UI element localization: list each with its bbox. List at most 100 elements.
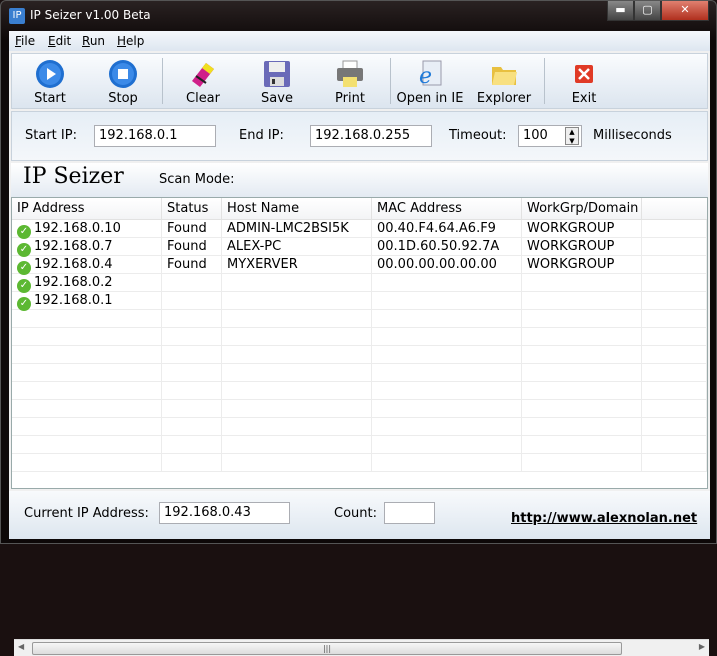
cell-text: 00.40.F4.64.A6.F9 <box>377 221 496 236</box>
cell-text: Found <box>167 239 207 254</box>
table-row[interactable] <box>12 310 707 328</box>
table-row[interactable] <box>12 346 707 364</box>
toolbar-separator <box>544 58 545 104</box>
table-cell: ALEX-PC <box>222 238 372 256</box>
start-ip-input[interactable]: 192.168.0.1 <box>94 125 216 147</box>
table-cell <box>522 292 642 310</box>
table-cell <box>372 400 522 418</box>
table-cell: ADMIN-LMC2BSI5K <box>222 220 372 238</box>
table-cell <box>642 292 707 310</box>
table-cell <box>372 310 522 328</box>
table-cell <box>12 328 162 346</box>
spin-buttons[interactable]: ▲ ▼ <box>565 127 579 145</box>
toolbar-separator <box>162 58 163 104</box>
table-cell <box>522 418 642 436</box>
table-cell <box>12 436 162 454</box>
ie-icon: e <box>419 60 442 89</box>
table-cell <box>12 346 162 364</box>
table-cell <box>372 328 522 346</box>
menu-file[interactable]: File <box>15 34 35 48</box>
column-header-host[interactable]: Host Name <box>222 198 372 220</box>
table-row[interactable]: ✓ 192.168.0.4 Found MYXERVER 00.00.00.00.00.… <box>12 256 707 275</box>
results-list[interactable]: IP Address Status Host Name MAC Address … <box>11 197 709 656</box>
table-cell <box>12 382 162 400</box>
table-cell <box>522 436 642 454</box>
table-cell <box>222 346 372 364</box>
table-row[interactable] <box>12 418 707 436</box>
table-cell: Found <box>162 238 222 256</box>
table-cell <box>372 382 522 400</box>
table-cell <box>642 400 707 418</box>
table-row[interactable] <box>12 364 707 382</box>
table-row[interactable]: ✓ 192.168.0.1 <box>12 292 707 311</box>
table-row[interactable]: ✓ 192.168.0.2 <box>12 274 707 293</box>
table-row[interactable]: ✓ 192.168.0.10 Found ADMIN-LMC2BSI5K 00.40.F… <box>12 220 707 239</box>
cell-text: 192.168.0.7 <box>34 239 113 254</box>
menu-edit[interactable]: Edit <box>48 34 71 48</box>
start-button[interactable]: Start <box>15 56 85 108</box>
menu-help[interactable]: Help <box>117 34 144 48</box>
column-header-status[interactable]: Status <box>162 198 222 220</box>
cell-text: ADMIN-LMC2BSI5K <box>227 221 349 236</box>
end-ip-input[interactable]: 192.168.0.255 <box>310 125 432 147</box>
table-cell <box>372 436 522 454</box>
timeout-value: 100 <box>523 128 548 143</box>
table-cell <box>522 346 642 364</box>
cell-text: 00.00.00.00.00.00 <box>377 257 497 272</box>
eraser-icon <box>192 63 214 87</box>
scrollbar-thumb[interactable]: ||| <box>32 642 622 655</box>
horizontal-scrollbar[interactable]: ◀ ||| ▶ <box>14 639 709 656</box>
timeout-label: Timeout: <box>449 128 507 143</box>
table-cell <box>642 346 707 364</box>
title-bar[interactable]: IP IP Seizer v1.00 Beta ▬ ▢ ✕ <box>1 1 717 31</box>
table-cell <box>12 400 162 418</box>
exit-button[interactable]: Exit <box>549 56 619 108</box>
timeout-stepper[interactable]: 100 ▲ ▼ <box>518 125 582 147</box>
table-cell <box>222 274 372 292</box>
count-field[interactable] <box>384 502 435 524</box>
app-window: IP IP Seizer v1.00 Beta ▬ ▢ ✕ File Edit … <box>0 0 717 656</box>
cell-text: ALEX-PC <box>227 239 282 254</box>
table-cell: MYXERVER <box>222 256 372 274</box>
cell-text: 192.168.0.4 <box>34 257 113 272</box>
table-cell <box>372 364 522 382</box>
close-button[interactable]: ✕ <box>661 1 709 21</box>
table-row[interactable] <box>12 382 707 400</box>
toolbar: Start Stop Clear Save Print e Open in IE… <box>11 53 708 109</box>
website-link[interactable]: http://www.alexnolan.net <box>511 511 697 526</box>
scroll-left-arrow[interactable]: ◀ <box>18 642 24 651</box>
table-row[interactable]: ✓ 192.168.0.7 Found ALEX-PC 00.1D.60.50.92.7… <box>12 238 707 257</box>
table-cell <box>12 454 162 472</box>
minimize-button[interactable]: ▬ <box>607 1 634 21</box>
table-cell <box>642 328 707 346</box>
current-ip-field[interactable]: 192.168.0.43 <box>159 502 290 524</box>
check-icon: ✓ <box>17 225 31 239</box>
table-cell <box>642 310 707 328</box>
table-cell <box>222 292 372 310</box>
clear-button[interactable]: Clear <box>168 56 238 108</box>
table-cell <box>162 292 222 310</box>
table-cell <box>522 310 642 328</box>
stop-button[interactable]: Stop <box>88 56 158 108</box>
table-cell <box>642 256 707 274</box>
maximize-button[interactable]: ▢ <box>634 1 661 21</box>
status-panel: Current IP Address: 192.168.0.43 Count: … <box>9 491 710 539</box>
table-row[interactable] <box>12 400 707 418</box>
menu-run[interactable]: Run <box>82 34 105 48</box>
table-row[interactable] <box>12 454 707 472</box>
table-cell <box>522 382 642 400</box>
table-cell <box>642 436 707 454</box>
open-in-ie-button[interactable]: e Open in IE <box>395 56 465 108</box>
table-cell <box>642 454 707 472</box>
save-button[interactable]: Save <box>242 56 312 108</box>
print-button[interactable]: Print <box>315 56 385 108</box>
column-header-mac[interactable]: MAC Address <box>372 198 522 220</box>
scroll-right-arrow[interactable]: ▶ <box>699 642 705 651</box>
table-row[interactable] <box>12 328 707 346</box>
explorer-button[interactable]: Explorer <box>469 56 539 108</box>
column-header-ip[interactable]: IP Address <box>12 198 162 220</box>
table-row[interactable] <box>12 436 707 454</box>
column-header-workgroup[interactable]: WorkGrp/Domain <box>522 198 642 220</box>
table-cell: 00.40.F4.64.A6.F9 <box>372 220 522 238</box>
table-cell <box>162 364 222 382</box>
